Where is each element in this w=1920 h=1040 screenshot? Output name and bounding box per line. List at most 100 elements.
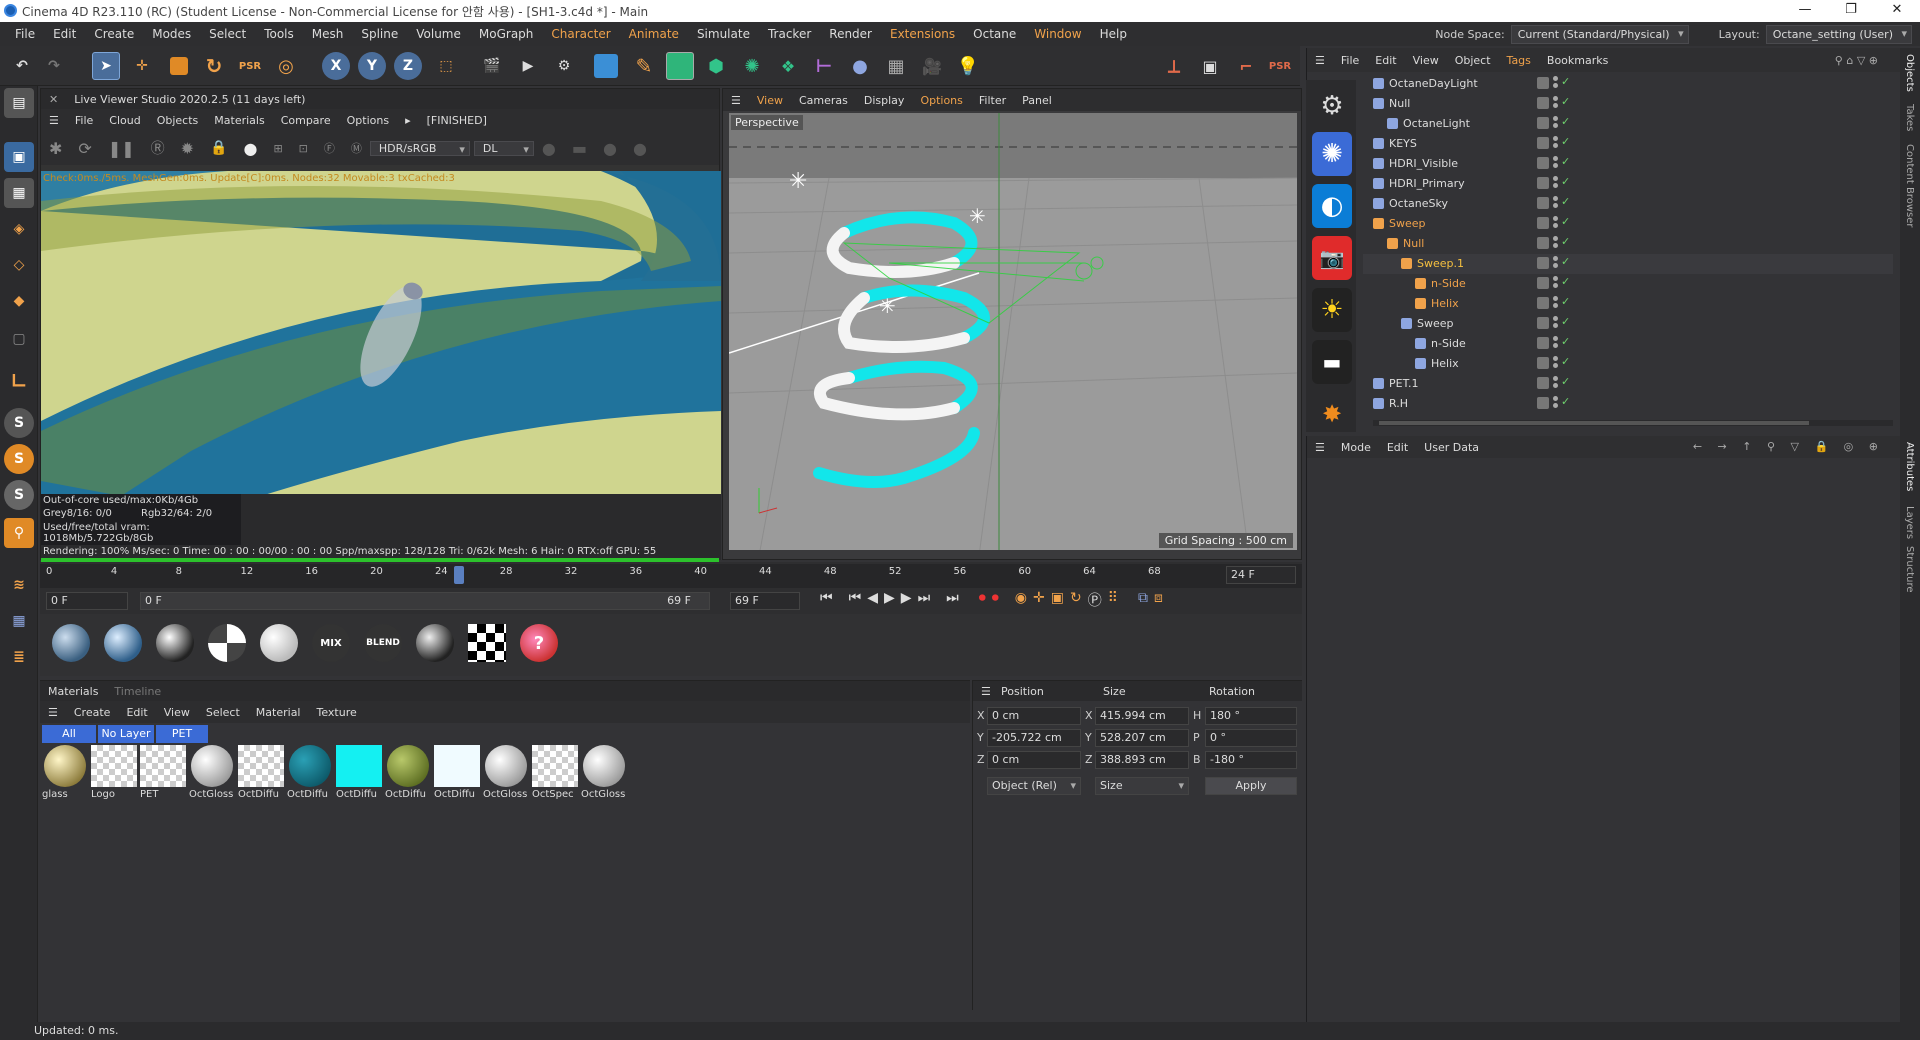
coordinate-system-icon[interactable]: ⬚	[432, 52, 460, 80]
render-visibility-dot[interactable]	[1553, 403, 1558, 408]
object-menu-file[interactable]: File	[1333, 54, 1367, 67]
menu-simulate[interactable]: Simulate	[688, 27, 759, 41]
side-tab-layers[interactable]: Layers	[1904, 506, 1915, 539]
object-row[interactable]: KEYS ✓	[1363, 134, 1893, 154]
menu-mesh[interactable]: Mesh	[303, 27, 353, 41]
menu-tools[interactable]: Tools	[255, 27, 303, 41]
settings-gear-icon[interactable]: ✱	[41, 139, 70, 158]
octane-logo-icon[interactable]: ✺	[1312, 132, 1352, 176]
solo-off-icon[interactable]: S	[4, 480, 34, 510]
material-preset-diffuse[interactable]	[52, 624, 90, 662]
object-row[interactable]: HDRI_Visible ✓	[1363, 154, 1893, 174]
edges-mode-icon[interactable]: ◇	[4, 250, 34, 280]
menu-extensions[interactable]: Extensions	[881, 27, 964, 41]
material-preset-glossy[interactable]	[104, 624, 142, 662]
object-row[interactable]: PET.1 ✓	[1363, 374, 1893, 394]
current-frame-field[interactable]: 24 F	[1226, 566, 1296, 584]
key-scale-icon[interactable]: ▣	[1051, 590, 1064, 610]
editor-visibility-dot[interactable]	[1553, 116, 1558, 121]
texture-mode-icon[interactable]: ▦	[4, 178, 34, 208]
next-key-icon[interactable]: ⏭	[918, 590, 931, 610]
render-visibility-dot[interactable]	[1553, 343, 1558, 348]
layout-dropdown[interactable]: Octane_setting (User)	[1765, 24, 1912, 44]
editor-visibility-dot[interactable]	[1553, 356, 1558, 361]
material-preset-portal[interactable]	[416, 624, 454, 662]
menu-render[interactable]: Render	[820, 27, 881, 41]
materials-menu-create[interactable]: Create	[66, 706, 119, 719]
size-field[interactable]: 388.893 cm	[1095, 751, 1189, 769]
editor-visibility-dot[interactable]	[1553, 216, 1558, 221]
record-keys-icon[interactable]: ⏺	[979, 590, 986, 610]
material-item[interactable]: OctGloss	[483, 745, 529, 805]
layer-tag-icon[interactable]	[1537, 117, 1549, 129]
render-visibility-dot[interactable]	[1553, 143, 1558, 148]
render-visibility-dot[interactable]	[1553, 123, 1558, 128]
lv-menu-file[interactable]: File	[67, 114, 101, 127]
apply-button[interactable]: Apply	[1205, 777, 1297, 795]
region-render-icon[interactable]: Ⓡ	[143, 138, 173, 158]
object-row[interactable]: Helix ✓	[1363, 294, 1893, 314]
enable-check-icon[interactable]: ✓	[1561, 155, 1570, 168]
redo-icon[interactable]: ↷	[40, 52, 68, 80]
octane-camera-icon[interactable]: 📷	[1312, 236, 1352, 280]
material-item[interactable]: Logo	[91, 745, 137, 805]
layer-tag-icon[interactable]	[1537, 357, 1549, 369]
side-tab-content-browser[interactable]: Content Browser	[1904, 144, 1915, 227]
solo-hierarchy-icon[interactable]: S	[4, 444, 34, 474]
color-mode-dropdown[interactable]: HDR/sRGB	[369, 140, 470, 156]
go-to-start-icon[interactable]: ⏮	[820, 590, 833, 610]
object-row[interactable]: Sweep ✓	[1363, 214, 1893, 234]
next-frame-icon[interactable]: ▶	[901, 590, 912, 610]
viewport-menu-cameras[interactable]: Cameras	[791, 94, 856, 107]
menu-help[interactable]: Help	[1091, 27, 1136, 41]
visibility-dots-icon[interactable]	[1553, 256, 1558, 270]
octane-settings-gear-icon[interactable]: ⚙	[1312, 84, 1352, 128]
save-image-icon[interactable]: ⊡	[291, 142, 316, 155]
tab-timeline[interactable]: Timeline	[106, 685, 169, 698]
visibility-dots-icon[interactable]	[1553, 196, 1558, 210]
lv-menu-objects[interactable]: Objects	[149, 114, 207, 127]
mograph-cloner-icon[interactable]: ✺	[738, 52, 766, 80]
layer-tag-icon[interactable]	[1537, 177, 1549, 189]
layer-tag-icon[interactable]	[1537, 197, 1549, 209]
close-button[interactable]: ✕	[1874, 0, 1920, 22]
menu-file[interactable]: File	[6, 27, 44, 41]
render-visibility-dot[interactable]	[1553, 283, 1558, 288]
start-frame-field[interactable]: 0 F	[46, 592, 128, 610]
snap-icon[interactable]: ▣	[1196, 52, 1224, 80]
dot-icon-4[interactable]: ●	[625, 139, 655, 158]
restore-button[interactable]: ❐	[1828, 0, 1874, 22]
move-selection-icon[interactable]: ➤	[92, 52, 120, 80]
key-position-icon[interactable]: ✛	[1033, 590, 1045, 610]
enable-check-icon[interactable]: ✓	[1561, 395, 1570, 408]
workplane-layer-icon[interactable]: ≋	[4, 570, 34, 600]
object-row[interactable]: OctaneSky ✓	[1363, 194, 1893, 214]
enable-check-icon[interactable]: ✓	[1561, 375, 1570, 388]
kernel-dropdown[interactable]: DL	[473, 140, 534, 156]
enable-check-icon[interactable]: ✓	[1561, 295, 1570, 308]
menu-character[interactable]: Character	[542, 27, 619, 41]
enable-check-icon[interactable]: ✓	[1561, 335, 1570, 348]
tab-materials[interactable]: Materials	[40, 685, 106, 698]
y-axis-icon[interactable]: Y	[358, 52, 386, 80]
menu-modes[interactable]: Modes	[143, 27, 200, 41]
layer-tag-icon[interactable]	[1537, 257, 1549, 269]
layer-tag-icon[interactable]	[1537, 277, 1549, 289]
materials-menu-edit[interactable]: Edit	[118, 706, 155, 719]
render-visibility-dot[interactable]	[1553, 383, 1558, 388]
material-preset-blend[interactable]: BLEND	[364, 624, 402, 662]
material-preset-mix[interactable]: MIX	[312, 624, 350, 662]
size-mode-dropdown[interactable]: Size	[1095, 777, 1189, 795]
viewport-menu-display[interactable]: Display	[856, 94, 913, 107]
position-field[interactable]: 0 cm	[987, 707, 1081, 725]
layer-tag-icon[interactable]	[1537, 297, 1549, 309]
enable-check-icon[interactable]: ✓	[1561, 95, 1570, 108]
z-axis-icon[interactable]: Z	[394, 52, 422, 80]
move-tool-icon[interactable]: ✛	[128, 52, 156, 80]
workplane-icon[interactable]: ⌐	[1232, 52, 1260, 80]
visibility-dots-icon[interactable]	[1553, 136, 1558, 150]
object-menu-edit[interactable]: Edit	[1367, 54, 1404, 67]
material-preset-toon[interactable]	[208, 624, 246, 662]
render-visibility-dot[interactable]	[1553, 323, 1558, 328]
editor-visibility-dot[interactable]	[1553, 96, 1558, 101]
